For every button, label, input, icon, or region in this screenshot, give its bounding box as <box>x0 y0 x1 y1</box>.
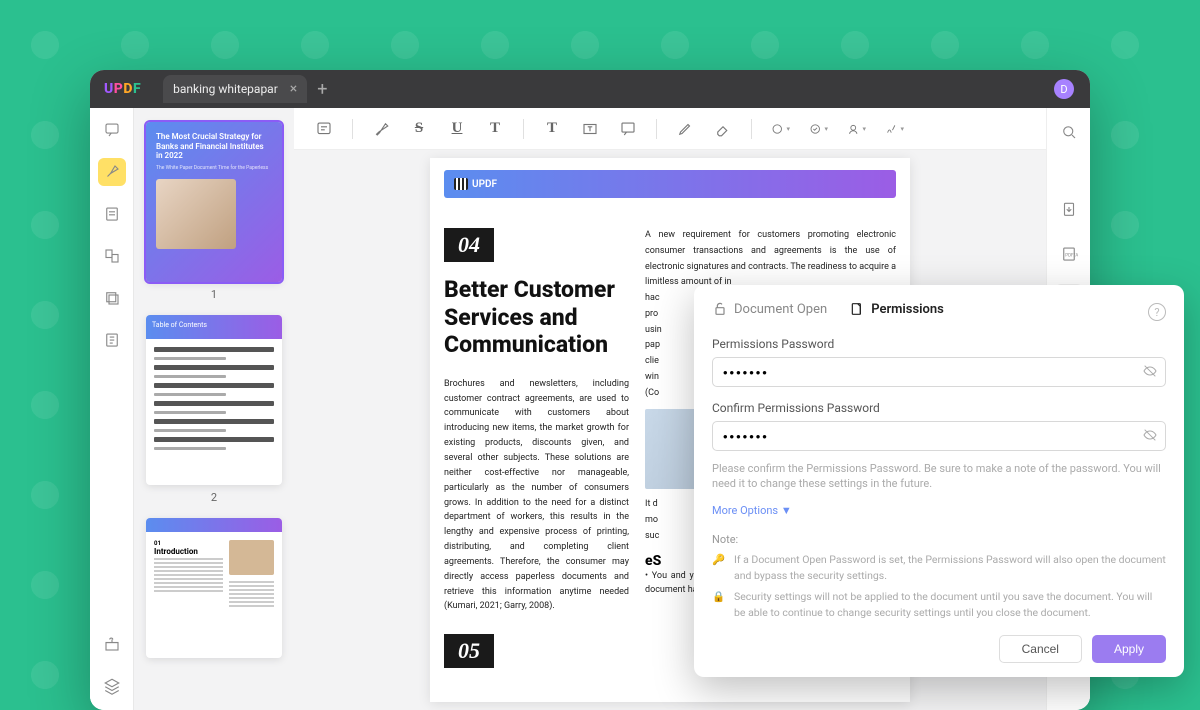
eraser-icon[interactable] <box>713 119 733 139</box>
page-number: 1 <box>146 288 282 301</box>
note-item: 🔒 Security settings will not be applied … <box>712 589 1166 621</box>
password-label: Permissions Password <box>712 337 1166 351</box>
text-icon[interactable]: T <box>542 119 562 139</box>
section-number: 05 <box>444 634 494 668</box>
security-dialog: Document Open Permissions ? Permissions … <box>694 285 1184 677</box>
permissions-icon <box>849 301 865 317</box>
search-icon[interactable] <box>1055 118 1083 146</box>
export-icon[interactable] <box>1055 196 1083 224</box>
thumbnail-image <box>229 540 274 575</box>
dialog-tabs: Document Open Permissions ? <box>712 301 1166 323</box>
highlight-tool-icon[interactable] <box>98 158 126 186</box>
textbox-icon[interactable] <box>580 119 600 139</box>
key-icon: 🔑 <box>712 552 726 584</box>
callout-icon[interactable] <box>618 119 638 139</box>
body-text: A new requirement for customers promotin… <box>645 228 896 291</box>
password-hint: Please confirm the Permissions Password.… <box>712 461 1166 492</box>
pdfa-icon[interactable]: PDF/A <box>1055 240 1083 268</box>
page-thumbnail-1[interactable]: The Most Crucial Strategy for Banks and … <box>146 122 282 282</box>
page-thumbnail-3[interactable]: 01 Introduction <box>146 518 282 658</box>
body-text: Brochures and newsletters, including cus… <box>444 377 629 615</box>
squiggly-icon[interactable]: T <box>485 119 505 139</box>
close-tab-icon[interactable]: × <box>290 81 297 97</box>
page-header: UPDF <box>444 170 896 198</box>
notes-section: Note: 🔑 If a Document Open Password is s… <box>712 533 1166 621</box>
tab-permissions[interactable]: Permissions <box>849 301 944 323</box>
pencil-icon[interactable] <box>675 119 695 139</box>
organize-pages-icon[interactable] <box>98 242 126 270</box>
page-number: 2 <box>146 491 282 504</box>
app-logo: UPDF <box>104 81 141 97</box>
thumbnails-panel: The Most Crucial Strategy for Banks and … <box>134 108 294 710</box>
lock-icon: 🔒 <box>712 589 726 621</box>
sticker-icon[interactable] <box>846 119 866 139</box>
form-tool-icon[interactable] <box>98 326 126 354</box>
apply-button[interactable]: Apply <box>1092 635 1166 663</box>
underline-icon[interactable]: U <box>447 119 467 139</box>
section-number: 04 <box>444 228 494 262</box>
svg-text:PDF/A: PDF/A <box>1065 252 1078 258</box>
annotation-toolbar: S U T T <box>294 108 1046 150</box>
page-thumbnail-2[interactable]: Table of Contents <box>146 315 282 485</box>
help-icon[interactable]: ? <box>1148 303 1166 321</box>
gift-icon[interactable] <box>98 630 126 658</box>
crop-tool-icon[interactable] <box>98 284 126 312</box>
stamp-icon[interactable] <box>808 119 828 139</box>
marker-icon[interactable] <box>371 119 391 139</box>
cancel-button[interactable]: Cancel <box>999 635 1082 663</box>
new-tab-button[interactable]: + <box>317 79 327 100</box>
tab-document-open[interactable]: Document Open <box>712 301 827 323</box>
strikethrough-icon[interactable]: S <box>409 119 429 139</box>
comment-tool-icon[interactable] <box>98 116 126 144</box>
toggle-visibility-icon[interactable] <box>1142 427 1158 447</box>
dialog-buttons: Cancel Apply <box>712 635 1166 663</box>
titlebar: UPDF banking whitepapar × + D <box>90 70 1090 108</box>
toggle-visibility-icon[interactable] <box>1142 363 1158 383</box>
left-sidebar <box>90 108 134 710</box>
lock-open-icon <box>712 301 728 317</box>
thumbnail-image <box>156 179 236 249</box>
signature-icon[interactable] <box>884 119 904 139</box>
tab-title: banking whitepapar <box>173 82 278 96</box>
more-options-link[interactable]: More Options ▼ <box>712 504 1166 517</box>
section-heading: Better Customer Services and Communicati… <box>444 276 629 359</box>
user-avatar[interactable]: D <box>1054 79 1074 99</box>
note-item: 🔑 If a Document Open Password is set, th… <box>712 552 1166 584</box>
document-tab[interactable]: banking whitepapar × <box>163 75 307 103</box>
permissions-password-input[interactable] <box>712 357 1166 387</box>
edit-text-tool-icon[interactable] <box>98 200 126 228</box>
confirm-password-input[interactable] <box>712 421 1166 451</box>
note-icon[interactable] <box>314 119 334 139</box>
layers-icon[interactable] <box>98 672 126 700</box>
shape-circle-icon[interactable] <box>770 119 790 139</box>
confirm-password-label: Confirm Permissions Password <box>712 401 1166 415</box>
